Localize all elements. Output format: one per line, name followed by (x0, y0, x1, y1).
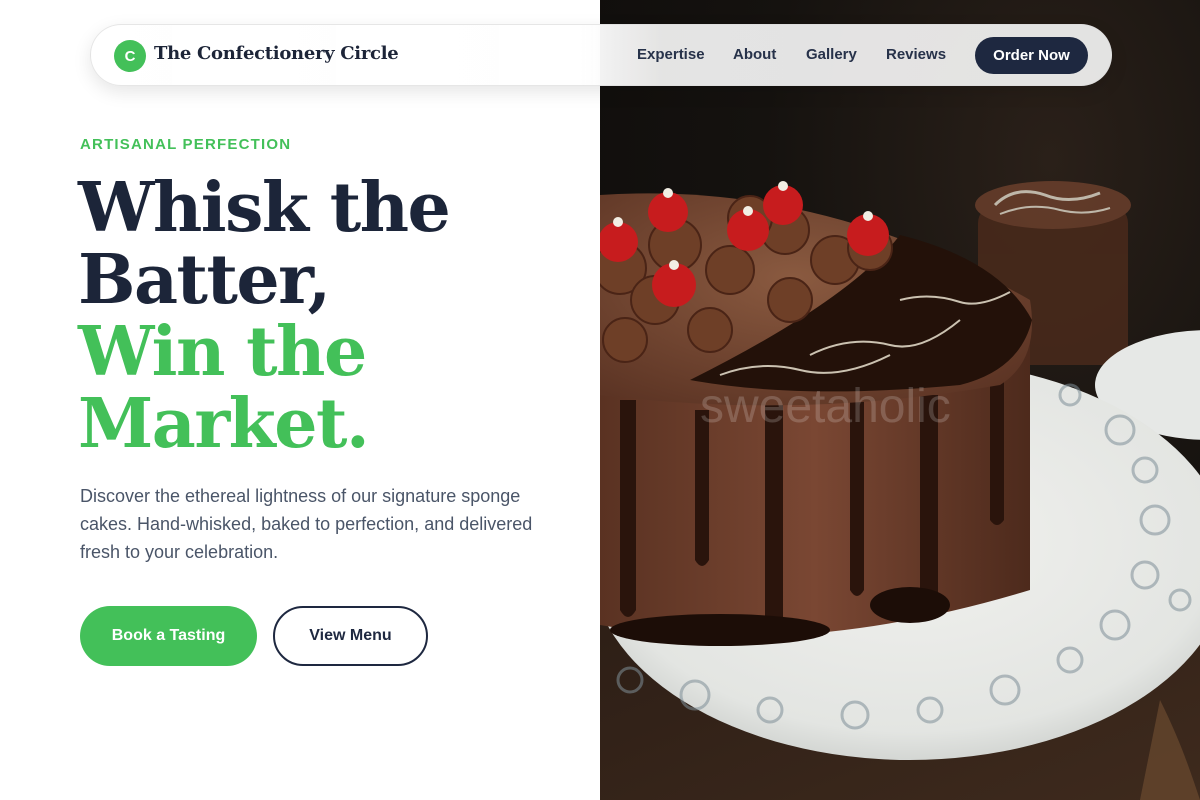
top-navigation: C The Confectionery Circle Expertise Abo… (90, 24, 1112, 86)
cake-illustration: sweetaholic (600, 181, 1200, 800)
headline-line-2: Batter, (78, 240, 331, 320)
hero-description: Discover the ethereal lightness of our s… (80, 486, 533, 562)
hero-eyebrow: ARTISANAL PERFECTION (80, 136, 292, 153)
hero-headline: Whisk the Batter, Win the Market. (78, 172, 578, 460)
nav-link-gallery[interactable]: Gallery (806, 46, 857, 63)
nav-link-expertise[interactable]: Expertise (637, 46, 705, 63)
brand-name[interactable]: The Confectionery Circle (154, 43, 399, 64)
headline-line-4: Market. (78, 384, 370, 464)
headline-line-3: Win the (78, 312, 367, 392)
order-now-button[interactable]: Order Now (975, 37, 1088, 74)
hero-cake-photo: sweetaholic (600, 0, 1200, 800)
nav-link-reviews[interactable]: Reviews (886, 46, 946, 63)
nav-link-about[interactable]: About (733, 46, 776, 63)
view-menu-button[interactable]: View Menu (273, 606, 428, 666)
logo-icon[interactable]: C (114, 40, 146, 72)
book-tasting-button[interactable]: Book a Tasting (80, 606, 257, 666)
photo-watermark: sweetaholic (700, 380, 951, 433)
headline-line-1: Whisk the (78, 168, 451, 248)
